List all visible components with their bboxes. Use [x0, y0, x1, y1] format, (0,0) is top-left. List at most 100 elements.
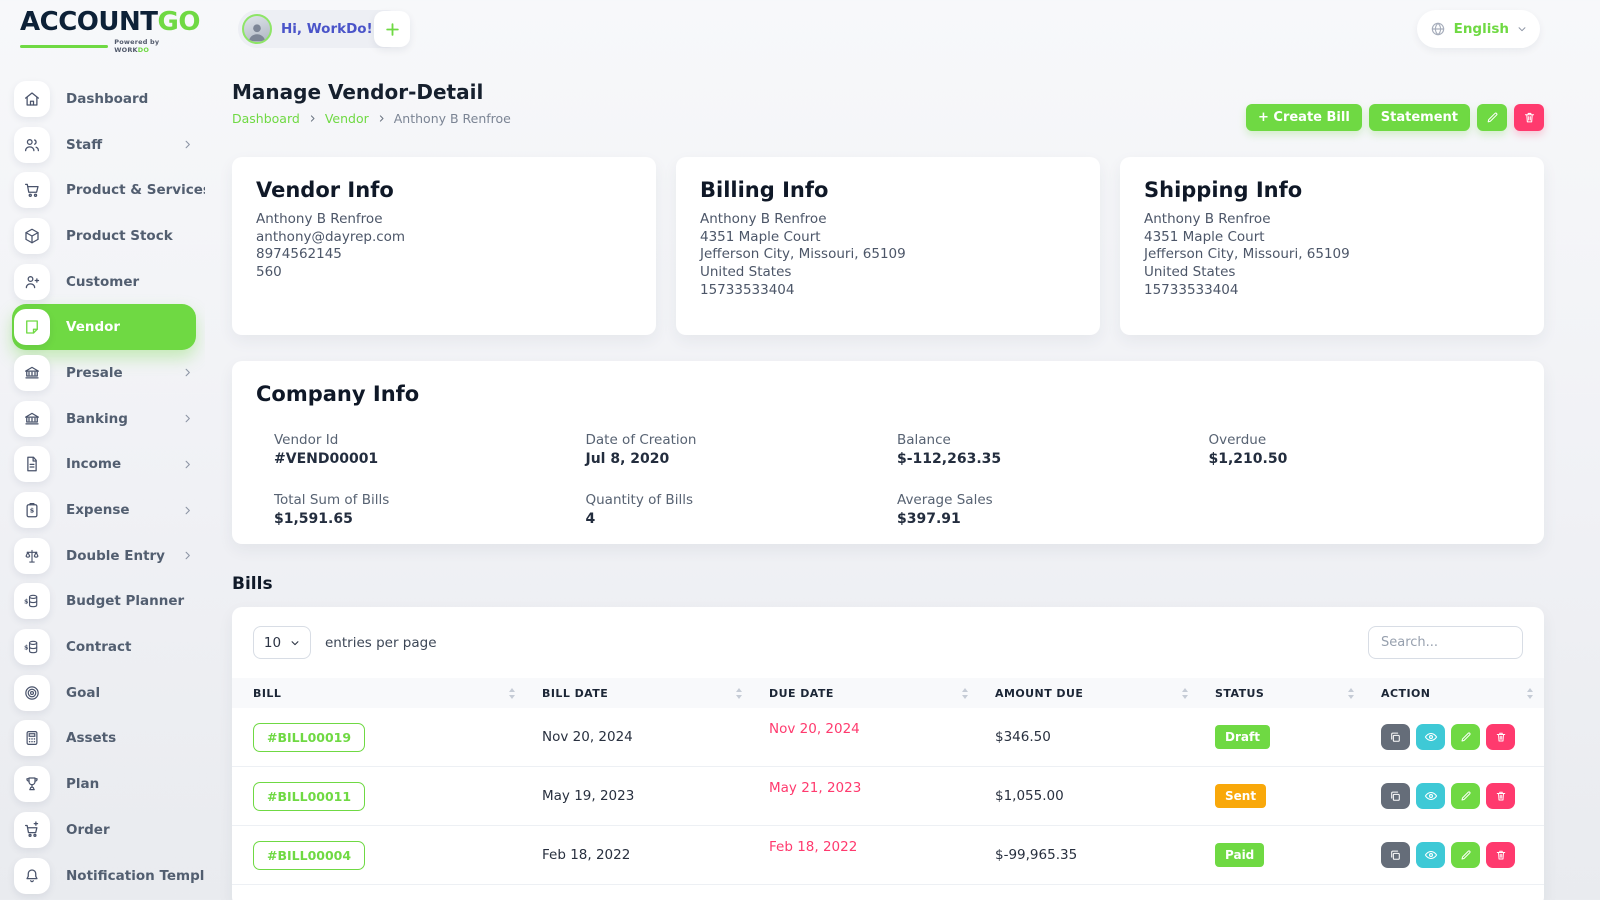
sidebar-item-label: Order	[66, 821, 110, 838]
billing-city: Jefferson City, Missouri, 65109	[700, 246, 906, 263]
view-button[interactable]	[1416, 842, 1445, 868]
duplicate-button[interactable]	[1381, 783, 1410, 809]
sidebar-item-label: Product Stock	[66, 227, 173, 244]
billing-country: United States	[700, 264, 792, 281]
edit-button[interactable]	[1451, 783, 1480, 809]
sidebar-item-product-stock[interactable]: Product Stock	[0, 213, 205, 259]
bill-date: May 19, 2023	[542, 788, 635, 804]
sort-icon[interactable]	[508, 687, 516, 700]
delete-button[interactable]	[1486, 783, 1515, 809]
column-header-action[interactable]: ACTION	[1381, 687, 1430, 700]
statement-button[interactable]: Statement	[1368, 104, 1470, 131]
brand-logo[interactable]: ACCOUNTGO Powered by WORKDO	[20, 9, 200, 54]
chevron-right-icon	[182, 459, 193, 470]
sidebar-item-assets[interactable]: Assets	[0, 716, 205, 762]
sidebar-item-product-services[interactable]: Product & Services	[0, 167, 205, 213]
home-icon	[14, 80, 50, 117]
delete-button[interactable]	[1486, 724, 1515, 750]
sort-icon[interactable]	[1526, 687, 1534, 700]
amount-due: $346.50	[995, 729, 1051, 745]
sidebar-item-staff[interactable]: Staff	[0, 122, 205, 168]
bill-link[interactable]: #BILL00004	[253, 840, 366, 870]
entries-per-page-value: 10	[263, 634, 282, 651]
shipping-name: Anthony B Renfroe	[1144, 211, 1271, 227]
sidebar-item-customer[interactable]: Customer	[0, 259, 205, 305]
breadcrumb-vendor[interactable]: Vendor	[325, 111, 369, 126]
language-selector[interactable]: English	[1416, 10, 1540, 48]
bill-link[interactable]: #BILL00019	[253, 722, 366, 752]
sidebar-item-expense[interactable]: $ Expense	[0, 487, 205, 533]
bank-icon	[14, 400, 50, 437]
sidebar-item-label: Notification Template	[66, 867, 205, 884]
sidebar-item-plan[interactable]: Plan	[0, 761, 205, 807]
sidebar-item-notification-template[interactable]: Notification Template	[0, 853, 205, 899]
sidebar-item-label: Goal	[66, 684, 101, 701]
field-total-sum-of-bills: Total Sum of Bills $1,591.65	[274, 492, 390, 527]
due-date: Feb 18, 2022	[769, 839, 858, 855]
trophy-icon	[14, 766, 50, 803]
view-button[interactable]	[1416, 724, 1445, 750]
sort-icon[interactable]	[1181, 687, 1189, 700]
due-date: Nov 20, 2024	[769, 721, 860, 737]
column-header-status[interactable]: STATUS	[1215, 687, 1264, 700]
main-content: Manage Vendor-Detail Dashboard Vendor An…	[232, 60, 1544, 900]
billing-info-card: Billing Info Anthony B Renfroe 4351 Mapl…	[676, 157, 1100, 335]
edit-button[interactable]	[1451, 842, 1480, 868]
note-icon	[14, 309, 50, 346]
card-title: Company Info	[256, 382, 420, 406]
sidebar-item-contract[interactable]: $ Contract	[0, 624, 205, 670]
sort-icon[interactable]	[1347, 687, 1355, 700]
sidebar-item-order[interactable]: Order	[0, 807, 205, 853]
page-title: Manage Vendor-Detail	[232, 80, 484, 104]
view-button[interactable]	[1416, 783, 1445, 809]
create-bill-button[interactable]: + Create Bill	[1245, 104, 1362, 131]
chevron-right-icon	[182, 367, 193, 378]
billing-name: Anthony B Renfroe	[700, 211, 827, 227]
sort-icon[interactable]	[735, 687, 743, 700]
delete-button[interactable]	[1486, 842, 1515, 868]
card-title: Billing Info	[700, 178, 829, 202]
edit-vendor-button[interactable]	[1477, 104, 1507, 131]
chevron-right-icon	[182, 550, 193, 561]
sidebar-item-presale[interactable]: Presale	[0, 350, 205, 396]
vendor-name: Anthony B Renfroe	[256, 211, 383, 227]
powered-by: Powered by WORKDO	[114, 38, 160, 54]
column-header-bill[interactable]: BILL	[253, 687, 281, 700]
breadcrumb-dashboard[interactable]: Dashboard	[232, 111, 300, 126]
column-header-due-date[interactable]: DUE DATE	[769, 687, 834, 700]
sidebar-item-label: Dashboard	[66, 90, 149, 107]
edit-button[interactable]	[1451, 724, 1480, 750]
cart-icon	[14, 172, 50, 209]
sidebar-item-income[interactable]: Income	[0, 442, 205, 488]
status-badge: Paid	[1215, 843, 1265, 867]
quick-add-button[interactable]	[374, 11, 410, 47]
scale-icon	[14, 537, 50, 574]
search-input[interactable]	[1368, 626, 1523, 659]
sidebar-item-goal[interactable]: Goal	[0, 670, 205, 716]
chevron-right-icon	[182, 139, 193, 150]
column-header-bill-date[interactable]: BILL DATE	[542, 687, 608, 700]
sidebar-item-dashboard[interactable]: Dashboard	[0, 76, 205, 122]
cube-icon	[14, 217, 50, 254]
entries-per-page-select[interactable]: 10	[253, 626, 311, 659]
duplicate-button[interactable]	[1381, 842, 1410, 868]
chevron-right-icon	[308, 114, 317, 123]
calculator-icon	[14, 720, 50, 757]
sidebar-item-double-entry[interactable]: Double Entry	[0, 533, 205, 579]
sidebar-item-budget-planner[interactable]: $ Budget Planner	[0, 579, 205, 625]
sort-icon[interactable]	[961, 687, 969, 700]
bill-link[interactable]: #BILL00011	[253, 781, 366, 811]
amount-due: $1,055.00	[995, 788, 1064, 804]
sidebar-item-label: Staff	[66, 136, 103, 153]
duplicate-button[interactable]	[1381, 724, 1410, 750]
column-header-amount-due[interactable]: AMOUNT DUE	[995, 687, 1083, 700]
field-quantity-of-bills: Quantity of Bills 4	[585, 492, 693, 527]
sidebar-item-label: Presale	[66, 364, 123, 381]
entries-per-page-label: entries per page	[325, 634, 437, 651]
sidebar-item-vendor[interactable]: Vendor	[12, 304, 196, 351]
avatar	[242, 14, 272, 44]
sidebar-item-banking[interactable]: Banking	[0, 396, 205, 442]
chevron-down-icon	[290, 638, 300, 648]
delete-vendor-button[interactable]	[1514, 104, 1544, 131]
shipping-info-card: Shipping Info Anthony B Renfroe 4351 Map…	[1120, 157, 1544, 335]
